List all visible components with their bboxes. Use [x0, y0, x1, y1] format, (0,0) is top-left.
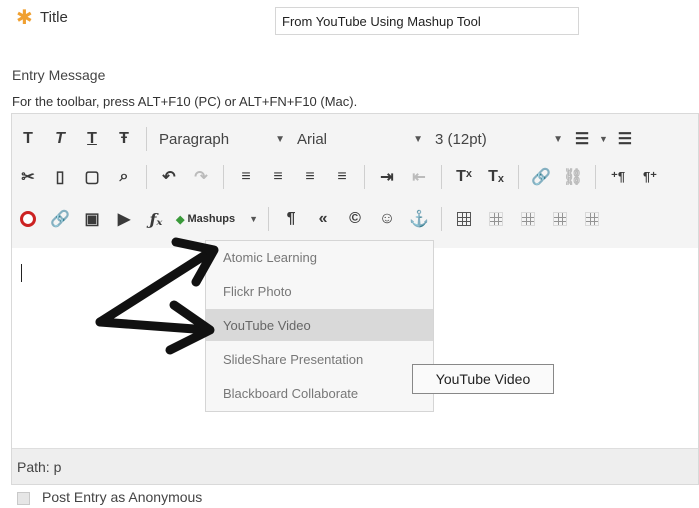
table-cell-icon[interactable] — [544, 204, 576, 234]
toolbar-divider — [268, 207, 270, 231]
mashups-icon: ◆ — [176, 213, 185, 226]
font-select-value: Arial — [297, 130, 328, 148]
table-merge-icon[interactable] — [576, 204, 608, 234]
superscript-icon[interactable]: Tˣ — [448, 162, 480, 192]
mashups-label: Mashups — [187, 213, 236, 225]
menu-item-atomic-learning[interactable]: Atomic Learning — [206, 241, 433, 273]
entry-message-label: Entry Message — [12, 67, 106, 83]
toolbar-divider — [146, 127, 147, 151]
emoticon-icon[interactable]: ☺ — [371, 204, 403, 234]
chevron-down-icon: ▼ — [599, 134, 608, 144]
quote-icon[interactable]: « — [307, 204, 339, 234]
toolbar-row-3: 🔗 ▣ ▶ ƒₓ ◆ Mashups ▼ ¶ « © ☺ ⚓ — [12, 200, 698, 238]
text-caret — [21, 264, 22, 282]
ltr-icon[interactable]: ⁺¶ — [602, 162, 634, 192]
indent-icon[interactable]: ⇥ — [371, 162, 403, 192]
copyright-icon[interactable]: © — [339, 204, 371, 234]
copy-icon[interactable]: ▯ — [44, 162, 76, 192]
toolbar-divider — [441, 165, 442, 189]
align-left-icon[interactable]: ≡ — [230, 162, 262, 192]
editor-path-bar: Path: p — [12, 448, 698, 484]
image-icon[interactable]: ▣ — [76, 204, 108, 234]
table-row-icon[interactable] — [480, 204, 512, 234]
required-marker-icon: ✱ — [16, 7, 33, 29]
find-icon[interactable]: ⌕ — [108, 162, 140, 192]
toolbar-divider — [595, 165, 596, 189]
equation-icon[interactable]: ƒₓ — [140, 204, 172, 234]
toolbar-divider — [441, 207, 443, 231]
format-select-value: Paragraph — [159, 130, 230, 148]
menu-item-youtube-video[interactable]: YouTube Video — [206, 309, 433, 341]
menu-item-blackboard-collaborate[interactable]: Blackboard Collaborate — [206, 377, 433, 409]
chevron-down-icon: ▼ — [413, 133, 423, 145]
italic-button[interactable]: T — [44, 124, 76, 154]
toolbar-divider — [518, 165, 519, 189]
mashups-button[interactable]: ◆ Mashups ▼ — [172, 205, 262, 233]
mashups-dropdown-menu: Atomic Learning Flickr Photo YouTube Vid… — [205, 240, 434, 412]
tooltip: YouTube Video — [412, 364, 554, 394]
font-select[interactable]: Arial ▼ — [291, 125, 429, 153]
redo-icon[interactable]: ↷ — [185, 162, 217, 192]
attach-icon[interactable]: 🔗 — [44, 204, 76, 234]
unlink-icon[interactable]: ⛓ — [557, 162, 589, 192]
underline-button[interactable]: T — [76, 124, 108, 154]
undo-icon[interactable]: ↶ — [153, 162, 185, 192]
cut-icon[interactable]: ✂ — [12, 162, 44, 192]
size-select[interactable]: 3 (12pt) ▼ — [429, 125, 569, 153]
size-select-value: 3 (12pt) — [435, 130, 487, 148]
subscript-icon[interactable]: Tₓ — [480, 162, 512, 192]
toolbar-row-2: ✂ ▯ ▢ ⌕ ↶ ↷ ≡ ≡ ≡ ≡ ⇥ ⇤ Tˣ Tₓ 🔗 ⛓ ⁺¶ ¶⁺ — [12, 158, 698, 196]
align-justify-icon[interactable]: ≡ — [326, 162, 358, 192]
paragraph-icon[interactable]: ¶ — [275, 204, 307, 234]
path-label: Path: — [17, 459, 50, 475]
title-input[interactable] — [275, 7, 579, 35]
toolbar-divider — [223, 165, 224, 189]
outdent-icon[interactable]: ⇤ — [403, 162, 435, 192]
menu-item-slideshare-presentation[interactable]: SlideShare Presentation — [206, 343, 433, 375]
path-value[interactable]: p — [54, 459, 62, 475]
table-column-icon[interactable] — [512, 204, 544, 234]
align-center-icon[interactable]: ≡ — [262, 162, 294, 192]
menu-item-flickr-photo[interactable]: Flickr Photo — [206, 275, 433, 307]
numbered-list-icon[interactable]: ☰ — [612, 124, 638, 154]
rtl-icon[interactable]: ¶⁺ — [634, 162, 666, 192]
bold-button[interactable]: T — [12, 124, 44, 154]
link-icon[interactable]: 🔗 — [525, 162, 557, 192]
paste-icon[interactable]: ▢ — [76, 162, 108, 192]
anonymous-checkbox[interactable] — [17, 492, 30, 505]
toolbar-hint: For the toolbar, press ALT+F10 (PC) or A… — [12, 94, 358, 109]
record-icon[interactable] — [12, 204, 44, 234]
title-label: Title — [40, 9, 68, 26]
toolbar-divider — [364, 165, 365, 189]
chevron-down-icon: ▼ — [553, 133, 563, 145]
table-icon[interactable] — [448, 204, 480, 234]
toolbar-divider — [146, 165, 147, 189]
align-right-icon[interactable]: ≡ — [294, 162, 326, 192]
toolbar-row-1: T T T Ŧ Paragraph ▼ Arial ▼ 3 (12pt) ▼ ☰… — [12, 120, 698, 158]
bullet-list-icon[interactable]: ☰ — [569, 124, 595, 154]
chevron-down-icon: ▼ — [249, 214, 259, 224]
format-select[interactable]: Paragraph ▼ — [153, 125, 291, 153]
chevron-down-icon: ▼ — [275, 133, 285, 145]
anonymous-label: Post Entry as Anonymous — [42, 489, 203, 505]
media-icon[interactable]: ▶ — [108, 204, 140, 234]
strikethrough-button[interactable]: Ŧ — [108, 124, 140, 154]
anchor-icon[interactable]: ⚓ — [403, 204, 435, 234]
